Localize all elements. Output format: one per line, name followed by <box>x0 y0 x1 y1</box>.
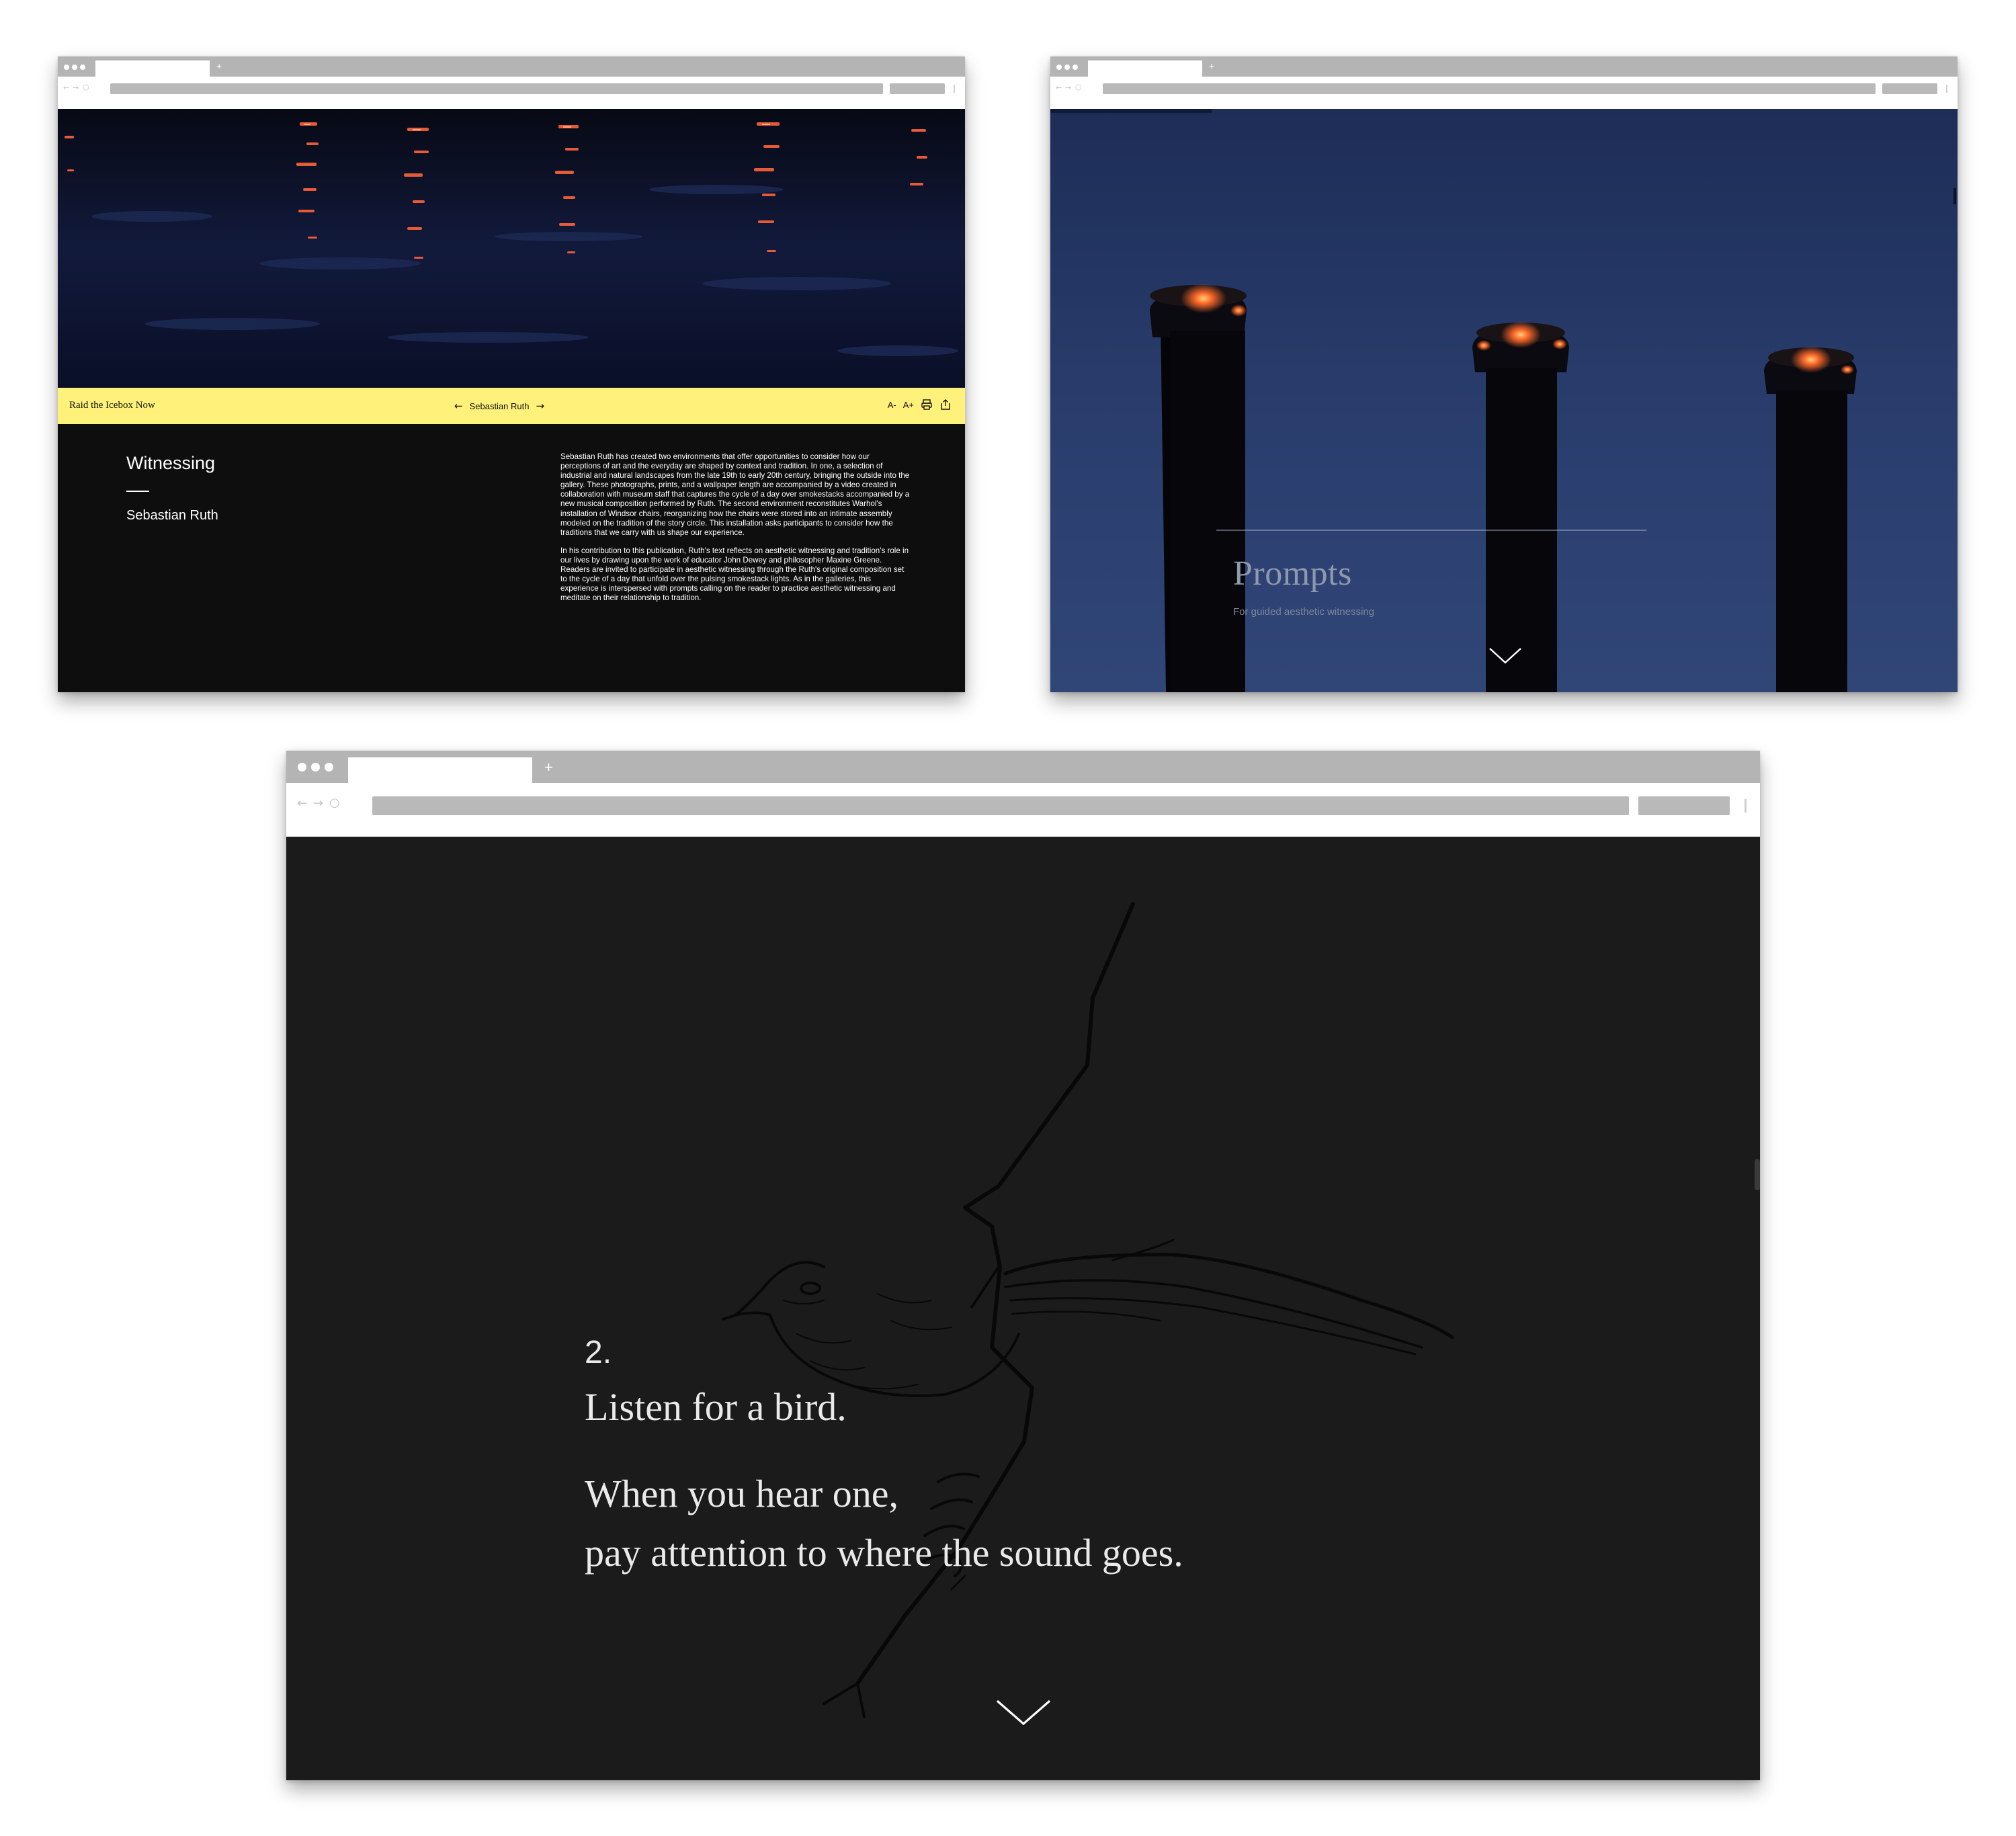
browser-window-prompt-detail: + ← → ○ 2. Listen for a bird. When you h… <box>286 751 1760 1780</box>
tab-bar: + <box>1050 56 1958 77</box>
section-subtitle: For guided aesthetic witnessing <box>1233 606 1375 618</box>
browser-menu-icon[interactable] <box>954 85 955 93</box>
publication-header-bar: Raid the Icebox Now ← Sebastian Ruth → A… <box>58 388 965 424</box>
url-bar[interactable] <box>372 796 1629 815</box>
browser-tab[interactable] <box>95 60 210 77</box>
author-navigation: ← Sebastian Ruth → <box>454 400 544 412</box>
water-reflection-image <box>58 109 965 388</box>
close-dot-icon[interactable] <box>1056 65 1062 70</box>
nav-bar: ← → ○ <box>1050 77 1958 109</box>
browser-menu-icon[interactable] <box>1946 85 1947 93</box>
browser-tab[interactable] <box>1088 60 1202 77</box>
close-dot-icon[interactable] <box>298 763 306 771</box>
reader-tools: A- A+ <box>888 399 952 411</box>
minimize-dot-icon[interactable] <box>311 763 320 771</box>
back-arrow-icon[interactable]: ← <box>1056 83 1062 92</box>
next-essay-arrow-icon[interactable]: → <box>536 400 544 412</box>
back-arrow-icon[interactable]: ← <box>297 796 307 810</box>
minimize-dot-icon[interactable] <box>72 65 77 70</box>
nav-bar: ← → ○ <box>286 783 1760 837</box>
close-dot-icon[interactable] <box>64 65 69 70</box>
minimize-dot-icon[interactable] <box>1064 65 1070 70</box>
prev-essay-arrow-icon[interactable]: ← <box>454 400 463 412</box>
prompt-number: 2. <box>585 1335 612 1370</box>
address-action-button[interactable] <box>890 83 945 94</box>
browser-tab[interactable] <box>348 757 532 783</box>
tab-bar: + <box>286 751 1760 783</box>
prompt-followup-line-1: When you hear one, <box>585 1472 899 1515</box>
title-divider <box>126 491 149 492</box>
tab-bar: + <box>58 56 965 77</box>
maximize-dot-icon[interactable] <box>1073 65 1078 70</box>
forward-arrow-icon[interactable]: → <box>1065 83 1071 92</box>
browser-window-essay: + ← → ○ Raid the Icebox Now ← Sebastian … <box>58 56 965 692</box>
window-controls[interactable] <box>64 65 85 70</box>
smokestacks-image <box>1050 109 1956 692</box>
share-icon[interactable] <box>939 399 952 411</box>
title-rule <box>1216 530 1646 531</box>
reload-icon[interactable]: ○ <box>1075 83 1082 91</box>
reload-icon[interactable]: ○ <box>329 796 340 810</box>
essay-title: Witnessing <box>126 453 216 473</box>
browser-window-prompts: + ← → ○ Prompts For guided aesthetic wit… <box>1050 56 1958 692</box>
new-tab-button[interactable]: + <box>216 60 222 71</box>
back-arrow-icon[interactable]: ← <box>63 83 69 92</box>
page-viewport: 2. Listen for a bird. When you hear one,… <box>286 837 1760 1780</box>
font-decrease-button[interactable]: A- <box>888 400 896 410</box>
forward-arrow-icon[interactable]: → <box>313 796 323 810</box>
window-controls[interactable] <box>1056 65 1078 70</box>
author-nav-label[interactable]: Sebastian Ruth <box>470 401 530 411</box>
font-increase-button[interactable]: A+ <box>903 400 914 410</box>
prompt-followup-line-2: pay attention to where the sound goes. <box>585 1531 1183 1575</box>
print-icon[interactable] <box>921 399 933 411</box>
address-action-button[interactable] <box>1882 83 1937 94</box>
scrollbar-handle[interactable] <box>1755 1159 1760 1190</box>
site-title-link[interactable]: Raid the Icebox Now <box>69 400 155 411</box>
new-tab-button[interactable]: + <box>544 759 553 776</box>
scroll-down-chevron-icon[interactable] <box>1488 646 1522 665</box>
scroll-down-chevron-icon[interactable] <box>995 1698 1052 1728</box>
essay-intro: Sebastian Ruth has created two environme… <box>560 452 910 612</box>
nav-bar: ← → ○ <box>58 77 965 109</box>
maximize-dot-icon[interactable] <box>80 65 85 70</box>
intro-paragraph-2: In his contribution to this publication,… <box>560 546 909 603</box>
reload-icon[interactable]: ○ <box>83 83 89 91</box>
browser-menu-icon[interactable] <box>1745 799 1747 812</box>
window-controls[interactable] <box>298 763 333 771</box>
page-viewport: Prompts For guided aesthetic witnessing <box>1050 109 1958 692</box>
section-title: Prompts <box>1233 554 1352 593</box>
bird-on-branch-illustration <box>722 902 1454 1718</box>
intro-paragraph-1: Sebastian Ruth has created two environme… <box>560 452 910 537</box>
address-action-button[interactable] <box>1638 796 1730 815</box>
prompt-instruction: Listen for a bird. <box>585 1385 847 1429</box>
url-bar[interactable] <box>110 83 883 94</box>
page-viewport: Raid the Icebox Now ← Sebastian Ruth → A… <box>58 109 965 692</box>
essay-author: Sebastian Ruth <box>126 508 218 523</box>
url-bar[interactable] <box>1103 83 1876 94</box>
maximize-dot-icon[interactable] <box>325 763 333 771</box>
new-tab-button[interactable]: + <box>1209 60 1214 71</box>
forward-arrow-icon[interactable]: → <box>73 83 79 92</box>
